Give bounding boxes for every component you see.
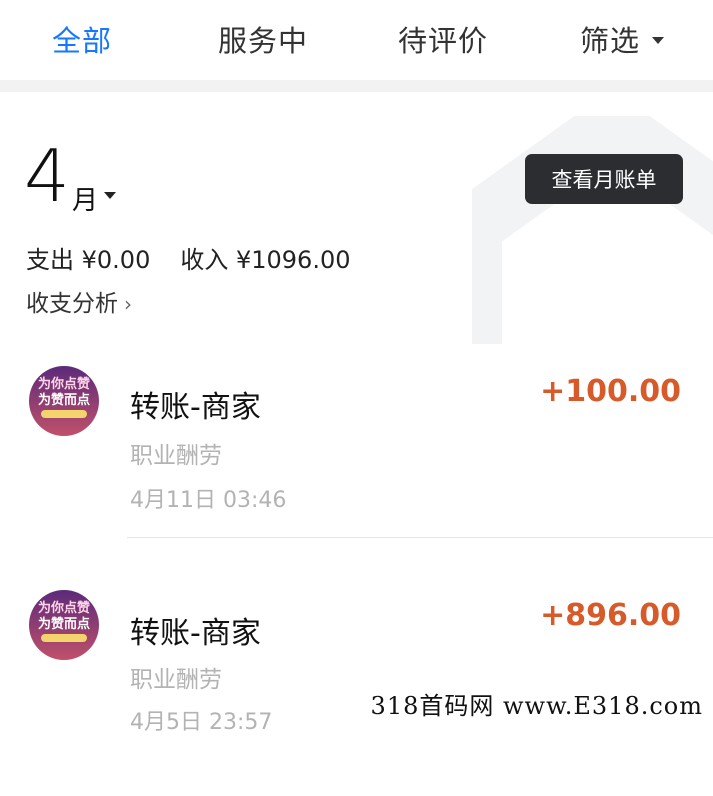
expense-total: 支出 ¥0.00 — [26, 246, 151, 274]
row-divider — [127, 537, 713, 538]
svg-text:为赞而点: 为赞而点 — [38, 616, 90, 632]
tab-filter[interactable]: 筛选 — [580, 18, 665, 60]
caret-down-icon — [652, 36, 665, 44]
income-total: 收入 ¥1096.00 — [180, 246, 351, 274]
month-number[interactable]: 4 — [24, 140, 70, 212]
income-expense-analysis-link[interactable]: 收支分析 › — [26, 284, 132, 318]
section-divider — [0, 80, 713, 92]
analysis-label: 收支分析 — [26, 291, 118, 317]
merchant-avatar-image: 为你点赞 为赞而点 — [29, 366, 99, 436]
transaction-time: 4月11日 03:46 — [130, 488, 287, 513]
filter-label: 筛选 — [580, 24, 641, 58]
transaction-title: 转账-商家 — [130, 616, 261, 651]
month-totals: 支出 ¥0.00 收入 ¥1096.00 — [26, 240, 351, 275]
site-watermark: 318首码网 www.E318.com — [366, 686, 707, 721]
transaction-category: 职业酬劳 — [130, 443, 222, 469]
transaction-title: 转账-商家 — [130, 390, 261, 425]
merchant-avatar-image: 为你点赞 为赞而点 — [29, 590, 99, 660]
transaction-category: 职业酬劳 — [130, 667, 222, 693]
tab-all[interactable]: 全部 — [52, 18, 112, 60]
transaction-row[interactable]: 为你点赞 为赞而点 转账-商家 +896.00 职业酬劳 4月5日 23:57 — [0, 570, 713, 796]
svg-text:为你点赞: 为你点赞 — [38, 376, 90, 392]
transaction-amount: +100.00 — [540, 374, 681, 409]
transaction-amount: +896.00 — [540, 598, 681, 633]
merchant-avatar: 为你点赞 为赞而点 — [29, 590, 99, 660]
merchant-avatar: 为你点赞 为赞而点 — [29, 366, 99, 436]
svg-text:为赞而点: 为赞而点 — [38, 392, 90, 408]
monthly-summary: 4 月 查看月账单 支出 ¥0.00 收入 ¥1096.00 收支分析 › — [0, 92, 713, 344]
house-watermark-icon — [472, 116, 713, 344]
filter-tab-bar: 全部 服务中 待评价 筛选 — [0, 0, 713, 80]
month-unit[interactable]: 月 — [72, 180, 98, 217]
transaction-row[interactable]: 为你点赞 为赞而点 转账-商家 +100.00 职业酬劳 4月11日 03:46 — [0, 344, 713, 570]
chevron-right-icon: › — [124, 292, 132, 316]
tab-pending-review[interactable]: 待评价 — [398, 18, 488, 60]
tab-in-service[interactable]: 服务中 — [218, 18, 308, 60]
view-monthly-bill-button[interactable]: 查看月账单 — [525, 154, 683, 204]
svg-text:为你点赞: 为你点赞 — [38, 600, 90, 616]
transaction-time: 4月5日 23:57 — [130, 710, 273, 735]
month-picker-caret-icon[interactable] — [104, 192, 116, 199]
